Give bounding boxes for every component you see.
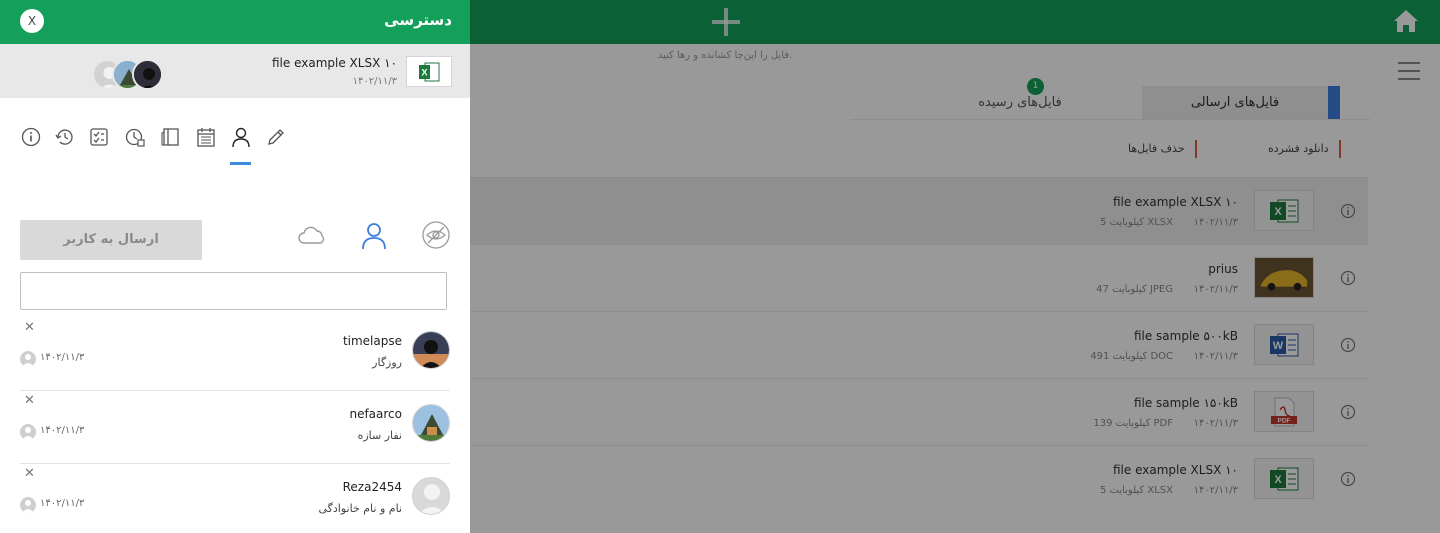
- selected-file-name: file example XLSX ۱۰: [271, 56, 397, 70]
- share-date: ۱۴۰۲/۱۱/۳: [40, 425, 85, 436]
- user-name: nefaarco: [349, 407, 402, 421]
- info-icon[interactable]: [20, 126, 42, 148]
- checklist-icon[interactable]: [88, 126, 110, 148]
- user-mini-icon: [20, 497, 36, 513]
- avatar: [412, 331, 450, 369]
- remove-user-button[interactable]: ✕: [24, 466, 35, 481]
- panel-title: دسترسی: [384, 11, 452, 29]
- avatar: [412, 404, 450, 442]
- list-item: ✕ nefaarco نفار سازه ۱۴۰۲/۱۱/۳: [20, 391, 450, 464]
- access-panel: دسترسی X X file example XLSX ۱۰ ۱۴۰۲/۱۱/…: [0, 0, 470, 533]
- user-search-input[interactable]: [20, 272, 447, 310]
- calendar-icon[interactable]: [195, 126, 217, 148]
- selected-file-date: ۱۴۰۲/۱۱/۳: [352, 76, 397, 87]
- panel-header: دسترسی X: [0, 0, 470, 44]
- active-tool-indicator: [230, 162, 251, 165]
- eye-off-icon[interactable]: [421, 220, 451, 250]
- cloud-icon[interactable]: [297, 220, 327, 250]
- panel-toolbar: [0, 122, 470, 166]
- excel-file-icon: X: [406, 56, 452, 87]
- shared-users-list: ✕ timelapse روزگار ۱۴۰۲/۱۱/۳ ✕ nefaarco …: [0, 318, 470, 533]
- user-fullname: روزگار: [372, 356, 402, 369]
- user-name: Reza2454: [342, 480, 402, 494]
- list-item: ✕ timelapse روزگار ۱۴۰۲/۱۱/۳: [20, 318, 450, 391]
- user-mini-icon: [20, 351, 36, 367]
- svg-text:X: X: [421, 67, 427, 77]
- user-fullname: نام و نام خانوادگی: [318, 502, 402, 515]
- user-mini-icon: [20, 424, 36, 440]
- close-button[interactable]: X: [20, 9, 44, 33]
- history-icon[interactable]: [54, 126, 76, 148]
- send-to-user-button[interactable]: ارسال به کاربر: [20, 220, 202, 260]
- user-icon[interactable]: [229, 126, 252, 166]
- user-icon[interactable]: [359, 220, 389, 250]
- share-modes: ارسال به کاربر: [0, 216, 470, 260]
- pencil-icon[interactable]: [265, 126, 287, 148]
- clock-icon[interactable]: [124, 126, 146, 148]
- selected-file-header: X file example XLSX ۱۰ ۱۴۰۲/۱۱/۳: [0, 44, 470, 98]
- user-fullname: نفار سازه: [357, 429, 402, 442]
- user-name: timelapse: [342, 334, 402, 348]
- book-icon[interactable]: [160, 126, 182, 148]
- shared-user-avatars: [92, 59, 168, 91]
- remove-user-button[interactable]: ✕: [24, 320, 35, 335]
- share-date: ۱۴۰۲/۱۱/۳: [40, 352, 85, 363]
- share-date: ۱۴۰۲/۱۱/۳: [40, 498, 85, 509]
- list-item: ✕ Reza2454 نام و نام خانوادگی ۱۴۰۲/۱۱/۳: [20, 464, 450, 533]
- remove-user-button[interactable]: ✕: [24, 393, 35, 408]
- avatar: [132, 59, 163, 90]
- avatar: [412, 477, 450, 515]
